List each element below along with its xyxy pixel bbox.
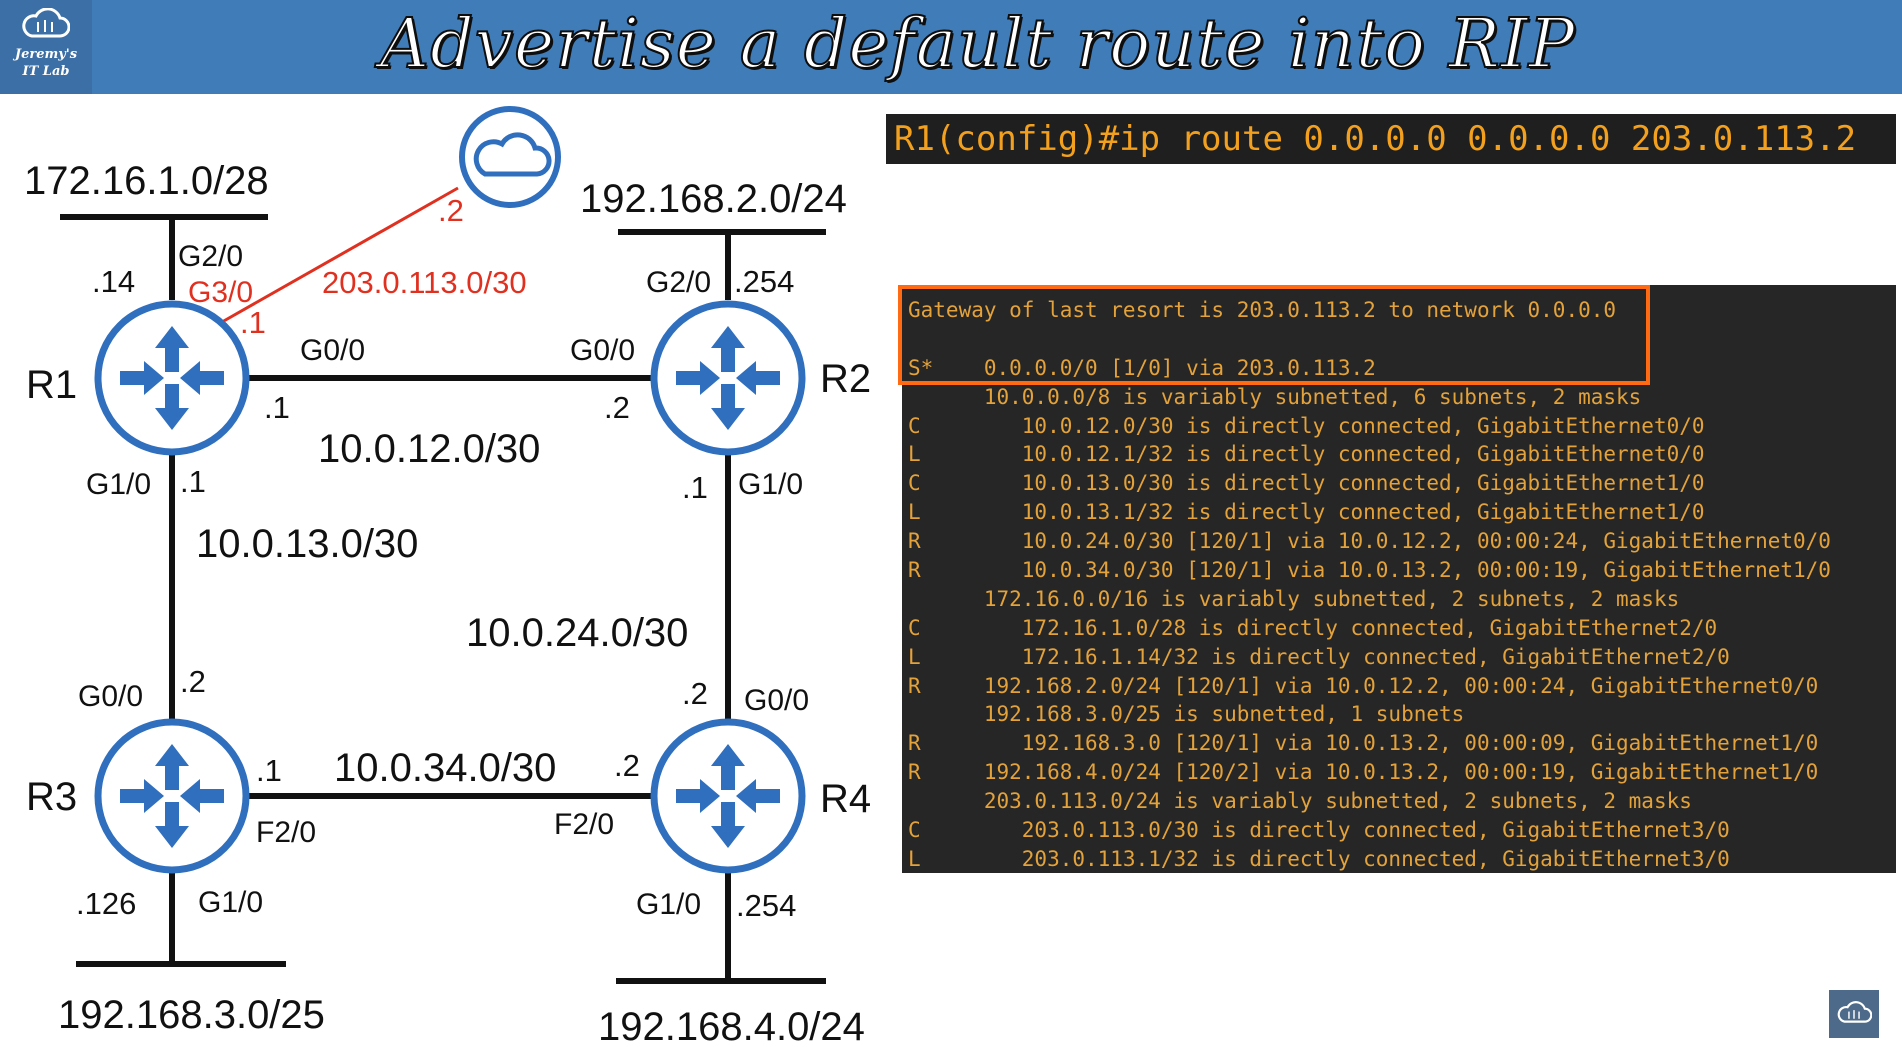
routing-table-line: C 172.16.1.0/28 is directly connected, G…: [908, 615, 1718, 640]
cloud-circuit-icon: [1837, 1001, 1872, 1023]
routing-table-line: C 10.0.12.0/30 is directly connected, Gi…: [908, 413, 1705, 438]
routing-table-line: R 192.168.4.0/24 [120/2] via 10.0.13.2, …: [908, 760, 1819, 785]
r4-f20-label: F2/0: [554, 808, 614, 841]
r1-g20-label: G2/0: [178, 240, 243, 273]
link-network-r1-internet: 203.0.113.0/30: [322, 265, 527, 300]
network-diagram: R1 R2 R3 R4 172.16.1.0/28 192.168.2.0/24…: [24, 106, 871, 1047]
router-r2: [650, 300, 806, 456]
router-label-r1: R1: [26, 363, 77, 407]
link-network-r2-r4: 10.0.24.0/30: [466, 611, 688, 655]
cloud-circuit-icon: [22, 8, 70, 38]
default-route-highlight: [898, 285, 1650, 385]
link-r1-internet: [221, 186, 459, 324]
r2-g00-ip: .2: [604, 390, 630, 425]
r2-g20-label: G2/0: [646, 266, 711, 299]
r1-g10-ip: .1: [180, 464, 206, 499]
header-bar: Jeremy's IT Lab Advertise a default rout…: [0, 0, 1902, 94]
routing-table-line: C 10.0.13.0/30 is directly connected, Gi…: [908, 471, 1705, 496]
routing-table-line: R 10.0.24.0/30 [120/1] via 10.0.12.2, 00…: [908, 529, 1831, 554]
logo-line-2: IT Lab: [22, 64, 70, 79]
r3-g00-label: G0/0: [78, 680, 143, 713]
r1-g10-label: G1/0: [86, 468, 151, 501]
router-r4: [650, 718, 806, 874]
r1-g00-label: G0/0: [300, 334, 365, 367]
r3-g10-ip: .126: [76, 886, 136, 921]
r2-g20-ip: .254: [734, 264, 794, 299]
lan-network-r2: 192.168.2.0/24: [580, 177, 847, 221]
routing-table-line: L 172.16.1.14/32 is directly connected, …: [908, 644, 1730, 669]
link-network-r1-r2: 10.0.12.0/30: [318, 427, 540, 471]
lan-network-r3: 192.168.3.0/25: [58, 993, 325, 1037]
routing-table-line: C 203.0.113.0/30 is directly connected, …: [908, 818, 1730, 843]
routing-table-line: R 192.168.3.0 [120/1] via 10.0.13.2, 00:…: [908, 731, 1819, 756]
logo-line-1: Jeremy's: [14, 47, 78, 62]
routing-table-line: L 10.0.13.1/32 is directly connected, Gi…: [908, 500, 1705, 525]
config-command: R1(config)#ip route 0.0.0.0 0.0.0.0 203.…: [886, 114, 1896, 164]
r4-g10-ip: .254: [736, 888, 796, 923]
r2-g10-label: G1/0: [738, 468, 803, 501]
internet-cloud: [459, 106, 561, 208]
slide-title: Advertise a default route into RIP: [379, 4, 1576, 85]
jeremys-it-lab-logo: Jeremy's IT Lab: [0, 0, 92, 94]
routing-table-line: L 203.0.113.1/32 is directly connected, …: [908, 846, 1730, 871]
routing-table-line: R 10.0.34.0/30 [120/1] via 10.0.13.2, 00…: [908, 558, 1831, 583]
routing-table-line: 172.16.0.0/16 is variably subnetted, 2 s…: [908, 586, 1680, 611]
router-label-r2: R2: [820, 357, 871, 401]
routing-table-line: 203.0.113.0/24 is variably subnetted, 2 …: [908, 789, 1692, 814]
lan-network-r4: 192.168.4.0/24: [598, 1005, 865, 1047]
routing-table-line: 10.0.0.0/8 is variably subnetted, 6 subn…: [908, 384, 1642, 409]
link-network-r3-r4: 10.0.34.0/30: [334, 746, 556, 790]
cloud-ip-label: .2: [438, 193, 464, 228]
routing-table-line: L 10.0.12.1/32 is directly connected, Gi…: [908, 442, 1705, 467]
r3-g00-ip: .2: [180, 664, 206, 699]
r3-f20-label: F2/0: [256, 816, 316, 849]
r2-g10-ip: .1: [682, 470, 708, 505]
router-label-r4: R4: [820, 777, 871, 821]
r4-g00-label: G0/0: [744, 684, 809, 717]
r4-g00-ip: .2: [682, 676, 708, 711]
lan-network-r1: 172.16.1.0/28: [24, 159, 269, 203]
r4-g10-label: G1/0: [636, 888, 701, 921]
r4-f20-ip: .2: [614, 748, 640, 783]
r3-f20-ip: .1: [256, 753, 282, 788]
link-network-r1-r3: 10.0.13.0/30: [196, 522, 418, 566]
routing-table-line: R 192.168.2.0/24 [120/1] via 10.0.12.2, …: [908, 673, 1819, 698]
r3-g10-label: G1/0: [198, 886, 263, 919]
corner-logo: [1829, 990, 1879, 1038]
r1-g30-ip: .1: [240, 305, 266, 340]
r1-g00-ip: .1: [264, 390, 290, 425]
router-r3: [94, 718, 250, 874]
r1-g20-ip: .14: [92, 264, 135, 299]
router-label-r3: R3: [26, 775, 77, 819]
r2-g00-label: G0/0: [570, 334, 635, 367]
router-r1: [94, 300, 250, 456]
routing-table-line: 192.168.3.0/25 is subnetted, 1 subnets: [908, 702, 1465, 727]
